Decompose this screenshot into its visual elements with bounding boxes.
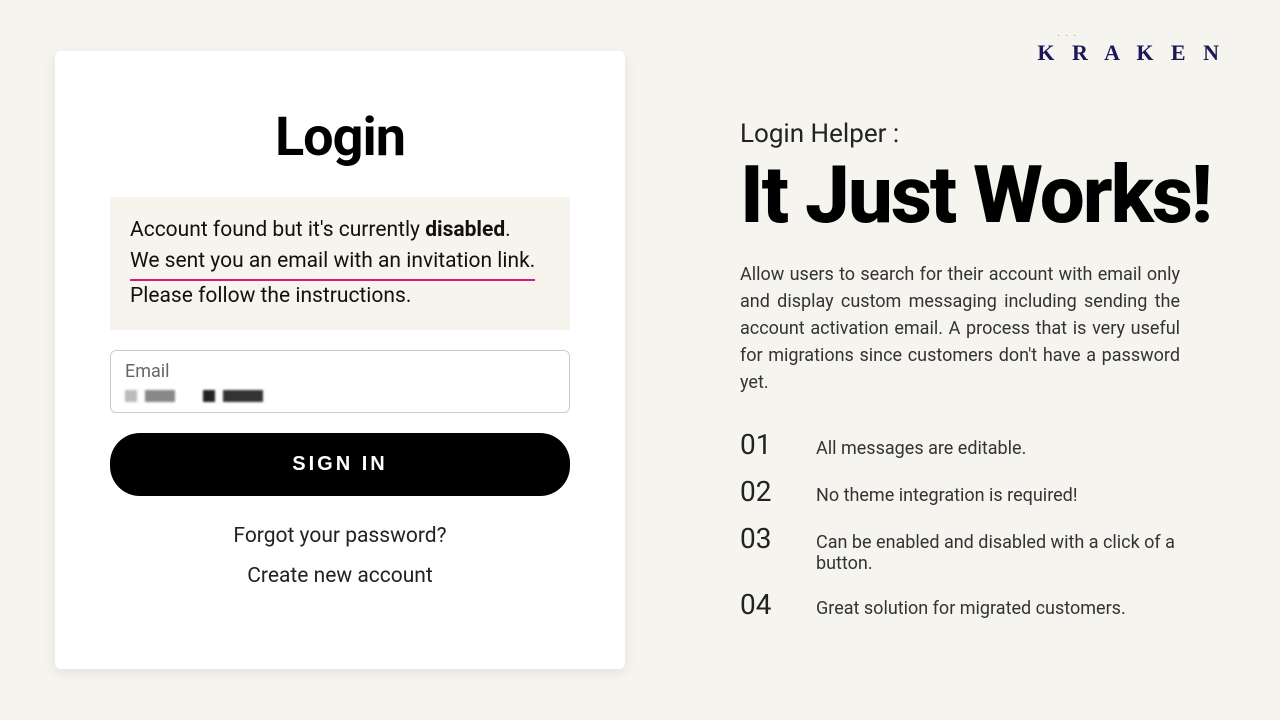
feature-text: All messages are editable.: [816, 438, 1026, 459]
alert-prefix: Account found but it's currently: [130, 218, 425, 242]
brand-text: K R A K E N: [1037, 40, 1225, 65]
main-container: Login Account found but it's currently d…: [0, 0, 1280, 720]
alert-rest: Please follow the instructions.: [130, 284, 411, 308]
email-input-blurred[interactable]: [125, 390, 555, 402]
blur-segment: [203, 390, 215, 402]
description: Allow users to search for their account …: [740, 261, 1180, 396]
blur-segment: [223, 390, 263, 402]
feature-number: 01: [740, 428, 780, 461]
feature-text: Great solution for migrated customers.: [816, 598, 1126, 619]
alert-highlighted: We sent you an email with an invitation …: [130, 246, 535, 281]
feature-item: 01 All messages are editable.: [740, 428, 1225, 461]
feature-number: 04: [740, 588, 780, 621]
signin-button[interactable]: SIGN IN: [110, 433, 570, 496]
create-account-link[interactable]: Create new account: [110, 564, 570, 588]
email-label: Email: [125, 361, 555, 382]
login-title: Login: [110, 106, 570, 169]
brand-dots: · · ·: [1057, 32, 1078, 40]
alert-bold: disabled: [425, 218, 505, 242]
feature-item: 02 No theme integration is required!: [740, 475, 1225, 508]
alert-suffix: .: [505, 218, 511, 242]
feature-item: 04 Great solution for migrated customers…: [740, 588, 1225, 621]
alert-message: Account found but it's currently disable…: [110, 197, 570, 331]
feature-text: No theme integration is required!: [816, 485, 1077, 506]
forgot-password-link[interactable]: Forgot your password?: [110, 524, 570, 548]
feature-number: 03: [740, 522, 780, 555]
headline: It Just Works!: [740, 157, 1225, 233]
marketing-panel: Login Helper : It Just Works! Allow user…: [740, 99, 1225, 621]
brand-logo: · · · K R A K E N: [1037, 40, 1225, 66]
feature-item: 03 Can be enabled and disabled with a cl…: [740, 522, 1225, 574]
feature-text: Can be enabled and disabled with a click…: [816, 532, 1225, 574]
feature-number: 02: [740, 475, 780, 508]
eyebrow-text: Login Helper :: [740, 119, 1225, 149]
blur-segment: [145, 390, 175, 402]
email-field-wrapper[interactable]: Email: [110, 350, 570, 413]
blur-segment: [125, 390, 137, 402]
login-card: Login Account found but it's currently d…: [55, 51, 625, 670]
feature-list: 01 All messages are editable. 02 No them…: [740, 428, 1225, 621]
